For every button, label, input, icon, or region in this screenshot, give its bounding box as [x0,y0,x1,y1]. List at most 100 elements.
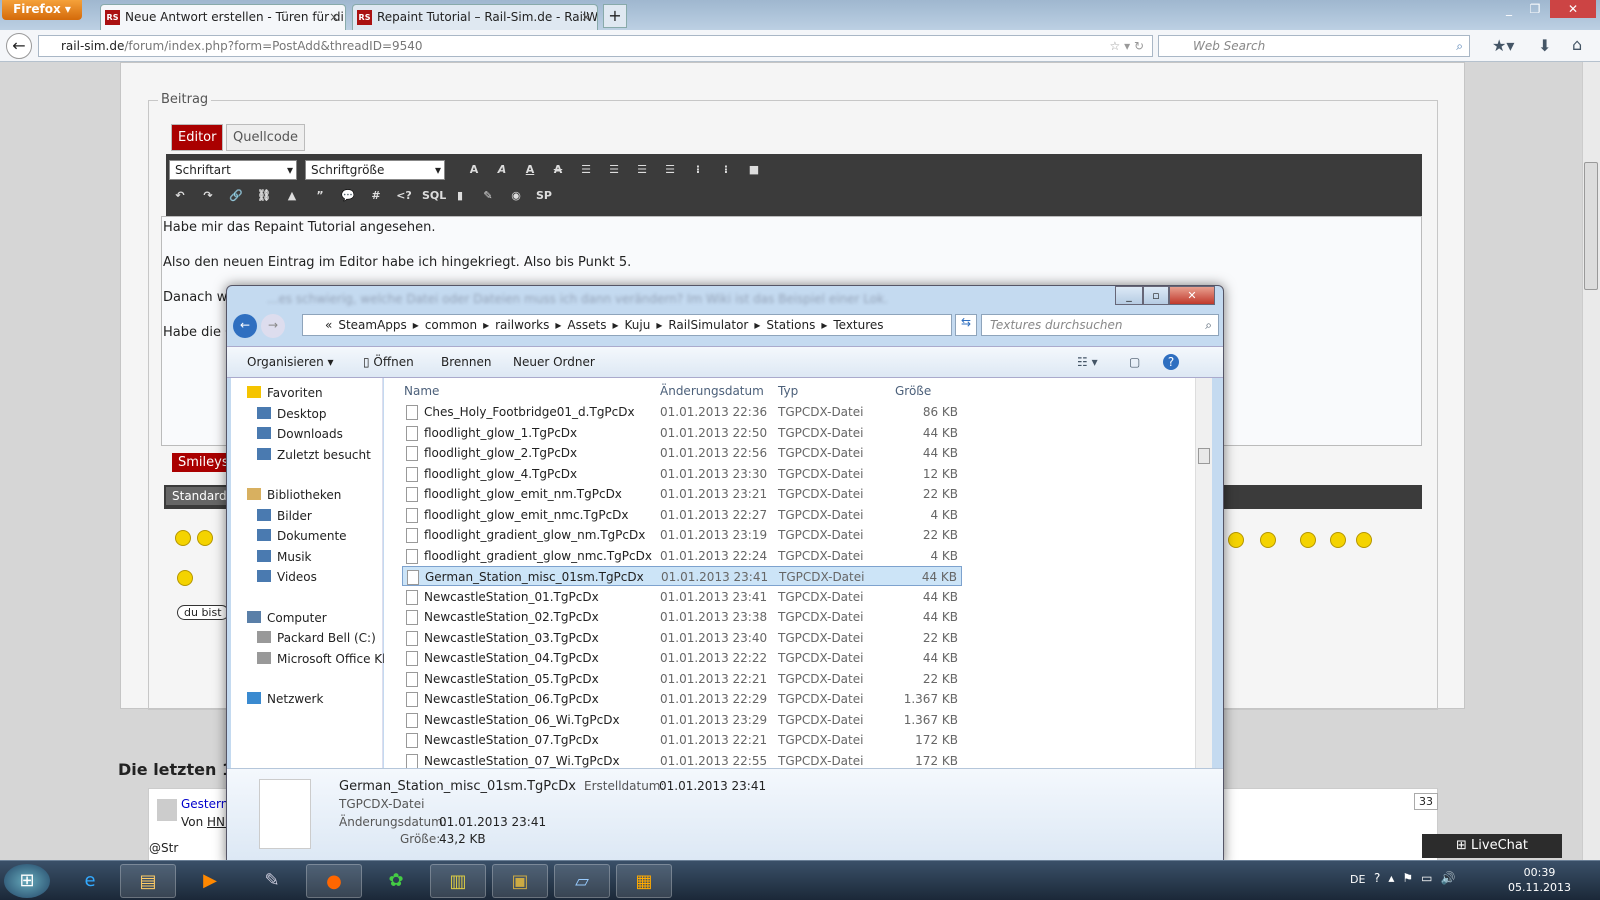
tab-quellcode[interactable]: Quellcode [226,124,306,151]
burn-button[interactable]: Brennen [441,355,491,369]
breadcrumb-item[interactable]: Kuju [625,318,651,332]
nav-fav-item[interactable]: Zuletzt besucht [257,447,371,462]
align-center-icon[interactable]: ☰ [604,160,624,180]
nav-drive[interactable]: Microsoft Office Klic [257,651,395,666]
breadcrumb-item[interactable]: RailSimulator [668,318,748,332]
address-bar[interactable]: « SteamApps ▸ common ▸ railworks ▸ Assets ▸ Kuju ▸… [302,314,952,336]
smiley-icon[interactable] [1330,532,1346,548]
nav-favorites[interactable]: Favoriten [247,386,323,400]
smiley-icon[interactable] [1300,532,1316,548]
align-left-icon[interactable]: ☰ [576,160,596,180]
page-scrollbar-thumb[interactable] [1584,162,1598,290]
firefox-icon[interactable]: ● [306,864,362,898]
file-row[interactable]: floodlight_glow_1.TgPcDx 01.01.2013 22:50… [402,423,962,443]
file-row[interactable]: German_Station_misc_01sm.TgPcDx 01.01.201… [402,566,962,586]
tray-icons[interactable]: ?▴⚑▭🔊 [1374,871,1463,885]
smileys-standard-tab[interactable]: Standard [166,487,233,505]
nav-lib-item[interactable]: Musik [257,549,312,564]
web-search-input[interactable]: Web Search ⌕ [1158,35,1470,57]
archive-icon[interactable]: ▥ [430,864,486,898]
breadcrumb-item[interactable]: Assets [567,318,606,332]
breadcrumb-item[interactable]: common [425,318,477,332]
nav-computer[interactable]: Computer [247,610,327,625]
maximize-button[interactable]: ▫ [1143,286,1169,305]
column-type[interactable]: Typ [778,384,798,398]
numbered-list-icon[interactable]: ⁝ [716,160,736,180]
tab-editor[interactable]: Editor [171,124,224,151]
new-folder-button[interactable]: Neuer Ordner [513,355,595,369]
font-select[interactable]: Schriftart ▾ [169,160,297,180]
download-icon[interactable]: ⬇ [1538,36,1551,55]
file-row[interactable]: NewcastleStation_01.TgPcDx 01.01.2013 23:… [402,587,962,607]
explorer-search-input[interactable]: Textures durchsuchen ⌕ [981,314,1219,336]
refresh-icon[interactable]: ⇆ [955,314,977,336]
livechat-button[interactable]: ⊞ LiveChat [1422,834,1562,858]
justify-icon[interactable]: ☰ [660,160,680,180]
app-icon[interactable]: ▦ [616,864,672,898]
editor-tool-icon[interactable]: ⛓ [254,186,274,206]
notepad-icon[interactable]: ▱ [554,864,610,898]
bookmark-star-icon[interactable]: ☆ ▾ ↻ [1110,36,1144,56]
file-row[interactable]: floodlight_gradient_glow_nmc.TgPcDx 01.01… [402,546,962,566]
file-row[interactable]: NewcastleStation_02.TgPcDx 01.01.2013 23:… [402,607,962,627]
nav-fav-item[interactable]: Desktop [257,406,327,421]
search-icon[interactable]: ⌕ [1456,36,1463,56]
file-row[interactable]: floodlight_glow_emit_nm.TgPcDx 01.01.2013… [402,484,962,504]
firefox-menu-button[interactable]: Firefox ▾ [2,0,82,20]
font-size-select[interactable]: Schriftgröße ▾ [305,160,445,180]
editor-tool-icon[interactable]: ▮ [450,186,470,206]
editor-tool-icon[interactable]: ” [310,186,330,206]
help-icon[interactable]: ? [1163,354,1179,370]
editor-tool-icon[interactable]: ↶ [170,186,190,206]
file-row[interactable]: NewcastleStation_06_Wi.TgPcDx 01.01.2013 … [402,710,962,730]
url-bar[interactable]: rail-sim.de/forum/index.php?form=PostAdd… [38,35,1153,57]
file-row[interactable]: NewcastleStation_04.TgPcDx 01.01.2013 22:… [402,648,962,668]
bullet-list-icon[interactable]: ⁝ [688,160,708,180]
file-row[interactable]: Ches_Holy_Footbridge01_d.TgPcDx 01.01.201… [402,402,962,422]
nav-lib-item[interactable]: Videos [257,570,317,584]
file-row[interactable]: NewcastleStation_07.TgPcDx 01.01.2013 22:… [402,730,962,750]
restore-button[interactable]: ❐ [1522,0,1548,18]
file-explorer-icon[interactable]: ▤ [120,864,176,898]
column-size[interactable]: Größe [895,384,931,398]
start-button[interactable]: ⊞ [4,864,50,898]
close-tab-icon[interactable]: × [329,5,339,29]
close-window-button[interactable]: ✕ [1550,0,1596,18]
back-button[interactable]: ← [233,314,257,338]
underline-icon[interactable]: A [520,160,540,180]
smiley-icon[interactable] [1356,532,1372,548]
editor-tool-icon[interactable]: ◉ [506,186,526,206]
nav-fav-item[interactable]: Downloads [257,427,343,441]
minimize-button[interactable]: _ [1115,286,1143,305]
strikethrough-icon[interactable]: A [548,160,568,180]
open-button[interactable]: ▯ Öffnen [363,355,414,369]
editor-tool-icon[interactable]: ✎ [478,186,498,206]
media-player-icon[interactable]: ▶ [182,864,238,898]
editor-tool-icon[interactable]: ▲ [282,186,302,206]
file-list-scrollbar[interactable] [1195,378,1212,768]
home-icon[interactable]: ⌂ [1572,35,1582,54]
editor-tool-icon[interactable]: SP [534,186,554,206]
smiley-icon[interactable] [177,570,193,586]
clock[interactable]: 00:39 05.11.2013 [1508,865,1571,895]
forward-button[interactable]: → [261,314,285,338]
italic-icon[interactable]: A [492,160,512,180]
railworks-icon[interactable]: ▣ [492,864,548,898]
file-row[interactable]: floodlight_glow_2.TgPcDx 01.01.2013 22:56… [402,443,962,463]
language-indicator[interactable]: DE [1350,873,1365,886]
nav-libraries[interactable]: Bibliotheken [247,488,341,502]
nav-lib-item[interactable]: Dokumente [257,529,347,543]
user-app-icon[interactable]: ✎ [244,864,300,898]
bold-icon[interactable]: A [464,160,484,180]
new-tab-button[interactable]: + [603,4,627,28]
column-name[interactable]: Name [404,384,439,398]
editor-tool-icon[interactable]: 🔗 [226,186,246,206]
smiley-icon[interactable] [1260,532,1276,548]
minimize-button[interactable]: _ [1496,0,1522,18]
file-row[interactable]: NewcastleStation_06.TgPcDx 01.01.2013 22:… [402,689,962,709]
editor-tool-icon[interactable]: ↷ [198,186,218,206]
smiley-icon[interactable] [1228,532,1244,548]
smiley-icon[interactable] [175,530,191,546]
close-tab-icon[interactable]: × [581,5,591,29]
icq-icon[interactable]: ✿ [368,864,424,898]
